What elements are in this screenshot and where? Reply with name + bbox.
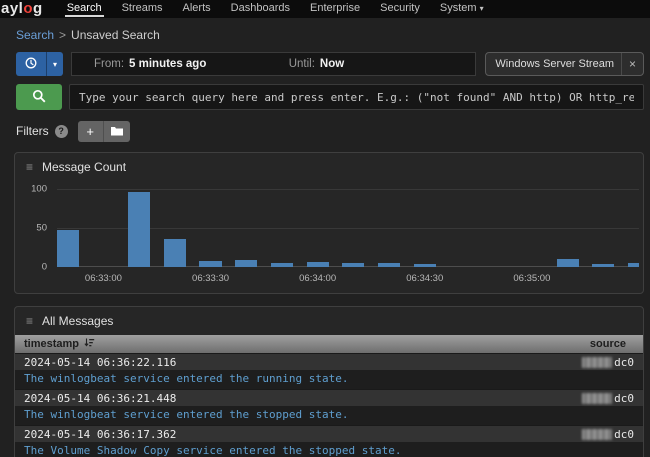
stream-filter-chip[interactable]: Windows Server Stream ×	[485, 52, 644, 76]
chart-xaxis: 06:33:00 06:33:30 06:34:00 06:34:30 06:35:00	[57, 273, 639, 285]
nav-item-search[interactable]: Search	[57, 0, 112, 18]
chart-plot	[57, 189, 639, 267]
source-column-header[interactable]: source	[590, 338, 634, 350]
message-timestamp: 2024-05-14 06:36:22.116	[24, 356, 176, 369]
time-range-button-group: ▾	[16, 52, 63, 76]
x-tick-label: 06:34:30	[406, 273, 443, 284]
nav-item-alerts[interactable]: Alerts	[173, 0, 221, 18]
x-tick-label: 06:33:30	[192, 273, 229, 284]
message-row: 2024-05-14 06:36:17.362 dc0The Volume Sha…	[15, 425, 643, 457]
time-range-display[interactable]: From: 5 minutes ago Until: Now	[71, 52, 476, 76]
breadcrumb-current: Unsaved Search	[71, 28, 160, 42]
message-row: 2024-05-14 06:36:21.448 dc0The winlogbeat…	[15, 389, 643, 425]
message-count-panel: ≡ Message Count 050100 06:33:0006:33:300…	[14, 152, 644, 294]
until-value: Now	[320, 58, 344, 70]
help-icon[interactable]: ?	[55, 125, 68, 138]
timestamp-column-header[interactable]: timestamp	[24, 338, 95, 351]
message-text[interactable]: The winlogbeat service entered the stopp…	[15, 406, 643, 425]
folder-icon	[111, 124, 123, 139]
message-source-cell: dc0	[582, 392, 634, 405]
from-value: 5 minutes ago	[129, 58, 206, 70]
chart-bar[interactable]	[271, 263, 293, 267]
message-count-chart: 050100 06:33:0006:33:3006:34:0006:34:300…	[19, 183, 641, 289]
message-text[interactable]: The winlogbeat service entered the runni…	[15, 370, 643, 389]
source-redacted-blur	[582, 429, 612, 440]
nav-item-streams[interactable]: Streams	[112, 0, 173, 18]
chevron-down-icon: ▾	[53, 60, 57, 69]
message-timestamp-row[interactable]: 2024-05-14 06:36:21.448 dc0	[15, 389, 643, 406]
nav-item-system[interactable]: System▾	[430, 0, 494, 18]
chart-bar[interactable]	[128, 192, 150, 267]
message-source: dc0	[614, 428, 634, 441]
messages-body: 2024-05-14 06:36:22.116dc0The winlogbeat…	[15, 353, 643, 457]
message-timestamp-row[interactable]: 2024-05-14 06:36:17.362 dc0	[15, 425, 643, 442]
chart-bar[interactable]	[164, 239, 186, 267]
chart-bar[interactable]	[307, 262, 329, 267]
chart-bar[interactable]	[199, 261, 221, 267]
nav-item-enterprise[interactable]: Enterprise	[300, 0, 370, 18]
message-count-header: ≡ Message Count	[15, 153, 643, 181]
filters-button-group: +	[78, 121, 130, 142]
search-icon	[32, 89, 46, 106]
chart-bar[interactable]	[628, 263, 639, 267]
source-redacted-blur	[582, 357, 612, 368]
breadcrumb: Search > Unsaved Search	[0, 18, 650, 50]
chart-bar[interactable]	[414, 264, 436, 267]
search-query-input[interactable]	[69, 84, 644, 110]
chart-bar[interactable]	[342, 263, 364, 267]
all-messages-panel: ≡ All Messages timestamp source 2024-05-…	[14, 306, 644, 457]
drag-handle-icon[interactable]: ≡	[26, 314, 33, 328]
plus-icon: +	[86, 124, 94, 139]
message-source: dc0	[614, 392, 634, 405]
chart-bar[interactable]	[592, 264, 614, 267]
gridline	[57, 189, 639, 190]
message-timestamp: 2024-05-14 06:36:17.362	[24, 428, 176, 441]
add-filter-button[interactable]: +	[78, 121, 104, 142]
nav-item-dashboards[interactable]: Dashboards	[221, 0, 300, 18]
stream-chip-label: Windows Server Stream	[495, 58, 614, 70]
message-timestamp: 2024-05-14 06:36:21.448	[24, 392, 176, 405]
time-range-button[interactable]	[16, 52, 46, 76]
x-tick-label: 06:34:00	[299, 273, 336, 284]
chevron-down-icon: ▾	[480, 4, 484, 13]
filters-label: Filters	[16, 124, 49, 138]
message-source-cell: dc0	[582, 356, 634, 369]
search-controls: ▾ From: 5 minutes ago Until: Now Windows S…	[0, 50, 650, 142]
search-button[interactable]	[16, 84, 62, 110]
all-messages-title: All Messages	[42, 314, 113, 328]
chart-yaxis: 050100	[19, 189, 55, 267]
sort-descending-icon[interactable]	[84, 338, 95, 351]
y-tick-label: 100	[31, 184, 47, 195]
message-source: dc0	[614, 356, 634, 369]
from-label: From:	[94, 58, 124, 70]
y-tick-label: 0	[42, 262, 47, 273]
message-source-cell: dc0	[582, 428, 634, 441]
stream-chip-close-icon[interactable]: ×	[621, 53, 643, 75]
x-tick-label: 06:35:00	[513, 273, 550, 284]
clock-icon	[25, 57, 37, 72]
messages-table-header: timestamp source	[15, 335, 643, 353]
message-row: 2024-05-14 06:36:22.116 dc0The winlogbeat…	[15, 353, 643, 389]
source-redacted-blur	[582, 393, 612, 404]
x-tick-label: 06:33:00	[85, 273, 122, 284]
chart-bar[interactable]	[235, 260, 257, 267]
saved-filters-button[interactable]	[104, 121, 130, 142]
chart-bar[interactable]	[378, 263, 400, 267]
nav-items: SearchStreamsAlertsDashboardsEnterpriseS…	[57, 0, 494, 18]
all-messages-header: ≡ All Messages	[15, 307, 643, 335]
chart-bar[interactable]	[57, 230, 79, 267]
message-count-title: Message Count	[42, 160, 126, 174]
breadcrumb-search-link[interactable]: Search	[16, 28, 54, 42]
nav-item-security[interactable]: Security	[370, 0, 430, 18]
until-label: Until:	[289, 58, 315, 70]
drag-handle-icon[interactable]: ≡	[26, 160, 33, 174]
chart-bar[interactable]	[557, 259, 579, 267]
top-nav: aylog SearchStreamsAlertsDashboardsEnter…	[0, 0, 650, 18]
graylog-logo[interactable]: aylog	[1, 0, 43, 18]
message-text[interactable]: The Volume Shadow Copy service entered t…	[15, 442, 643, 457]
message-timestamp-row[interactable]: 2024-05-14 06:36:22.116 dc0	[15, 353, 643, 370]
breadcrumb-separator: >	[59, 28, 66, 42]
time-range-dropdown-button[interactable]: ▾	[46, 52, 63, 76]
y-tick-label: 50	[36, 223, 47, 234]
